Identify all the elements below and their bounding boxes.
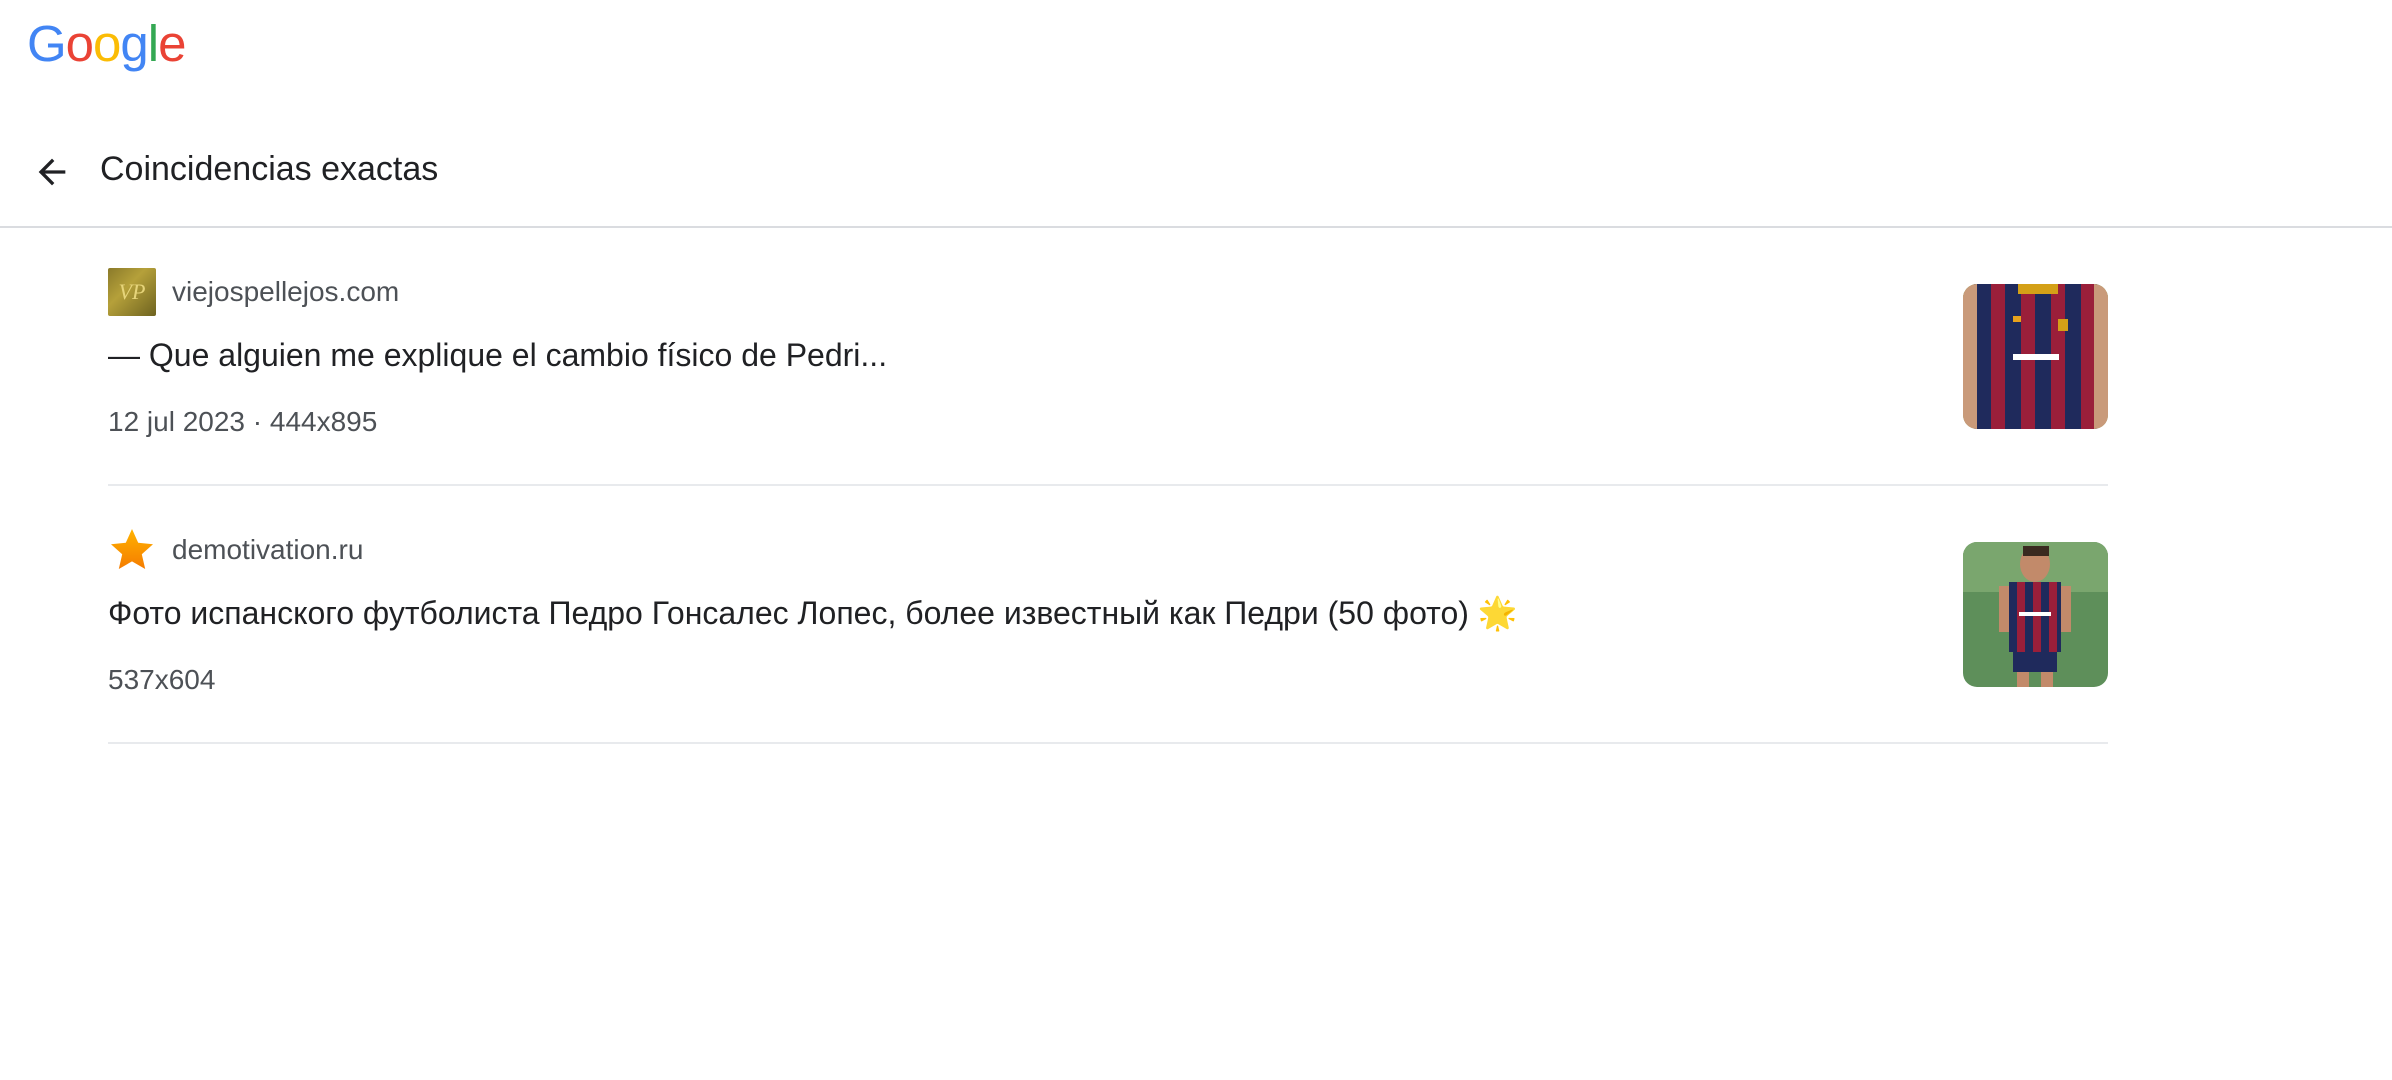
list-item[interactable]: VP viejospellejos.com — Que alguien me e… — [108, 228, 2108, 486]
list-item[interactable]: demotivation.ru Фото испанского футболис… — [108, 486, 2108, 744]
result-title[interactable]: — Que alguien me explique el cambio físi… — [108, 332, 887, 378]
logo-letter: l — [147, 15, 159, 72]
logo-letter: o — [93, 15, 121, 72]
result-site[interactable]: viejospellejos.com — [172, 272, 399, 312]
result-meta: 537x604 — [108, 664, 216, 695]
favicon-text: VP — [118, 279, 146, 304]
result-site[interactable]: demotivation.ru — [172, 530, 363, 570]
page-header: Coincidencias exactas — [0, 118, 2392, 228]
results-list: VP viejospellejos.com — Que alguien me e… — [108, 228, 2108, 744]
site-favicon: VP — [108, 268, 156, 316]
result-meta: 12 jul 2023 · 444x895 — [108, 406, 378, 437]
logo-letter: g — [120, 15, 148, 72]
top-bar: Google — [0, 0, 2392, 90]
result-thumbnail[interactable] — [1963, 542, 2108, 687]
google-logo[interactable]: Google — [27, 14, 187, 74]
back-button[interactable] — [22, 142, 82, 202]
logo-letter: o — [65, 15, 94, 72]
logo-letter: G — [27, 15, 67, 72]
result-thumbnail[interactable] — [1963, 284, 2108, 429]
logo-letter: e — [158, 15, 186, 72]
page-title: Coincidencias exactas — [100, 150, 439, 188]
arrow-left-icon — [38, 158, 66, 186]
star-icon — [108, 526, 156, 574]
result-title[interactable]: Фото испанского футболиста Педро Гонсале… — [108, 590, 1518, 636]
